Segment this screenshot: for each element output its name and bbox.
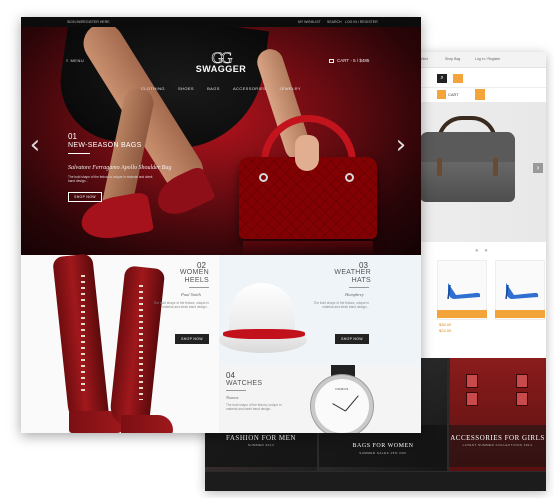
menu-label: MENU xyxy=(70,58,85,63)
nav-item-clothing[interactable]: CLOTHING xyxy=(141,86,165,91)
handbag-reflection xyxy=(243,241,373,255)
blue-heel-icon xyxy=(505,283,539,300)
slide-divider xyxy=(68,153,90,154)
slide-description: The bold shape of the fedora is unique i… xyxy=(68,175,153,184)
hero-slider: ≡ MENU GG SWAGGER CART - 5 / $485 CLOTHI… xyxy=(21,27,421,255)
watches-block[interactable]: 04 WATCHES Nomos The bold shape of the f… xyxy=(219,365,421,433)
women-heels-block[interactable]: 02 WOMEN HEELS Paul Smith The bold shape… xyxy=(21,253,219,433)
front-page-preview: SIGN IN/REGISTER HERE MY WISHLIST SEARCH… xyxy=(21,17,421,433)
watch-image: NOMOS xyxy=(311,375,373,433)
back-cart-label[interactable]: CART xyxy=(448,92,459,97)
block-signature: Nomos xyxy=(226,395,239,400)
booth-window xyxy=(516,392,528,406)
block-signature: Paul Smith xyxy=(181,292,201,297)
category-subtitle: SUMMER SALES 15% OFF xyxy=(359,451,407,455)
carousel-dots[interactable]: ● ● xyxy=(475,248,490,254)
block-title: WOMEN HEELS xyxy=(161,269,209,285)
cart-button[interactable]: CART - 5 / $485 xyxy=(329,58,369,63)
block-title-line2: HATS xyxy=(351,277,371,284)
category-title[interactable]: FASHION FOR MEN xyxy=(205,434,317,442)
watch-minute-hand xyxy=(345,395,359,412)
block-title-line2: HEELS xyxy=(184,277,209,284)
block-title: WATCHES xyxy=(226,380,263,387)
topbar-wishlist[interactable]: MY WISHLIST xyxy=(298,20,321,24)
cart-label: CART - 5 / $485 xyxy=(337,58,370,63)
chevron-left-icon[interactable]: ‹ xyxy=(29,130,41,160)
hat-band xyxy=(223,329,305,339)
chevron-right-icon[interactable]: › xyxy=(533,163,543,173)
weather-hats-block[interactable]: 03 WEATHER HATS Humphrey The bold shape … xyxy=(219,255,421,365)
watch-hour-hand xyxy=(332,402,346,412)
back-topbar-login[interactable]: Log in / Register xyxy=(475,57,501,61)
block-title-line1: WEATHER xyxy=(334,269,371,276)
blue-heel-icon xyxy=(447,283,481,300)
block-title-line1: WOMEN xyxy=(179,269,209,276)
back-cart-button[interactable] xyxy=(475,89,485,100)
shop-now-button[interactable]: SHOP NOW xyxy=(68,192,102,202)
booth-window xyxy=(466,374,478,388)
product-action-bar[interactable] xyxy=(437,310,487,318)
category-subtitle: LATEST SUMMER COLLECTIONS 2014 xyxy=(462,443,533,447)
category-title[interactable]: ACCESSORIES FOR GIRLS xyxy=(449,434,546,442)
handbag-clasp xyxy=(259,173,268,182)
block-divider xyxy=(189,287,209,288)
slide-title: NEW-SEASON BAGS xyxy=(68,142,142,149)
back-footer xyxy=(205,472,546,491)
logo[interactable]: SWAGGER xyxy=(185,64,257,74)
menu-button[interactable]: ≡ MENU xyxy=(66,58,84,63)
block-description: The bold shape of the fedora, unique in … xyxy=(226,403,282,412)
product-action-bar[interactable] xyxy=(495,310,545,318)
bag-buckle xyxy=(437,158,442,176)
topbar-search[interactable]: SEARCH xyxy=(327,20,342,24)
boot-foot xyxy=(121,415,173,433)
category-subtitle: SUMMER 2014 xyxy=(247,443,275,447)
nav-item-shoes[interactable]: SHOES xyxy=(178,86,194,91)
block-signature: Humphrey xyxy=(345,292,364,297)
block-title: WEATHER HATS xyxy=(329,269,371,285)
model-hand xyxy=(295,135,319,171)
watch-brand: NOMOS xyxy=(335,387,349,391)
cart-icon[interactable] xyxy=(437,90,446,99)
block-divider xyxy=(226,390,246,391)
search-icon[interactable]: ⌕ xyxy=(437,74,447,83)
category-title[interactable]: BAGS FOR WOMEN xyxy=(319,443,447,449)
product-price: $24.00 xyxy=(439,328,452,333)
shop-now-button[interactable]: SHOP NOW xyxy=(175,334,209,344)
nav-item-accessories[interactable]: ACCESSORIES xyxy=(233,86,266,91)
slide-subtitle: Salvatore Ferragamo Apollo Shoulder Bag xyxy=(68,165,172,171)
chevron-right-icon[interactable]: › xyxy=(395,130,407,160)
block-number: 04 xyxy=(226,371,235,380)
top-bar: SIGN IN/REGISTER HERE MY WISHLIST SEARCH… xyxy=(21,17,421,27)
handbag-clasp xyxy=(345,173,354,182)
shop-now-button[interactable]: SHOP NOW xyxy=(335,334,369,344)
main-nav: CLOTHING SHOES BAGS ACCESSORIES JEWELRY xyxy=(141,86,301,91)
nav-item-bags[interactable]: BAGS xyxy=(207,86,220,91)
red-boot-image xyxy=(108,265,166,429)
bag-flap xyxy=(420,132,515,162)
cart-icon xyxy=(329,59,334,63)
user-icon[interactable] xyxy=(453,74,463,83)
boot-laces xyxy=(139,285,143,400)
boot-laces xyxy=(81,275,85,395)
nav-item-jewelry[interactable]: JEWELRY xyxy=(279,86,301,91)
booth-window xyxy=(516,374,528,388)
block-description: The bold shape of the fedora, unique in … xyxy=(153,301,209,310)
block-divider xyxy=(349,287,369,288)
block-description: The bold shape of the fedora, unique in … xyxy=(313,301,369,310)
product-price: $35.00 xyxy=(439,322,452,327)
slide-number: 01 xyxy=(68,132,77,141)
topbar-signin[interactable]: SIGN IN/REGISTER HERE xyxy=(67,20,110,24)
back-topbar-bag[interactable]: Shop Bag xyxy=(445,57,460,61)
booth-window xyxy=(466,392,478,406)
bag-buckle xyxy=(493,158,498,176)
topbar-login[interactable]: LOG IN / REGISTER xyxy=(345,20,378,24)
